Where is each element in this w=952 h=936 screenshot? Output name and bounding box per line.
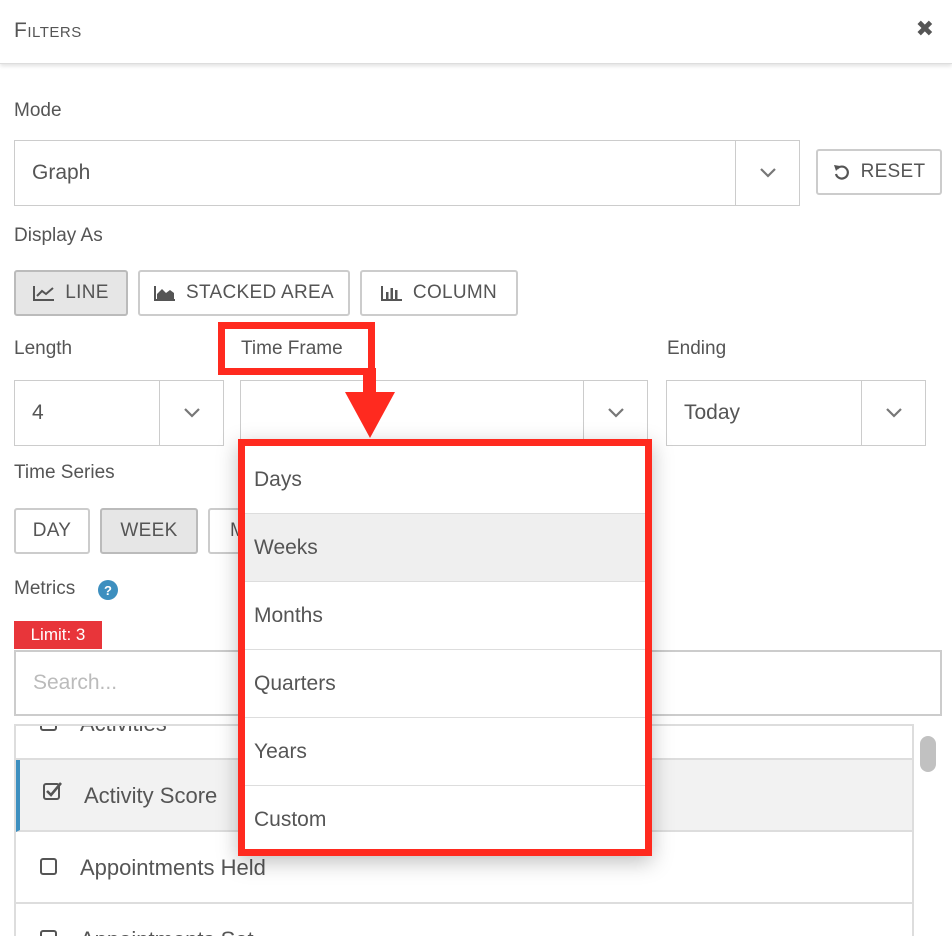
time-series-week-label: WEEK — [120, 520, 178, 541]
ending-label: Ending — [667, 338, 727, 359]
annotation-arrow-icon — [345, 392, 395, 438]
filters-title: Filters — [14, 19, 82, 42]
filters-header: Filters ✖ — [0, 0, 952, 64]
checkbox-icon[interactable] — [40, 930, 57, 936]
checked-checkbox-icon[interactable] — [42, 780, 64, 807]
metric-label: Appointments Held — [80, 855, 266, 880]
time-series-week-button[interactable]: WEEK — [100, 508, 198, 554]
bar-chart-icon — [380, 286, 402, 301]
display-line-button[interactable]: LINE — [14, 270, 128, 316]
dropdown-item-quarters[interactable]: Quarters — [245, 650, 645, 718]
chevron-down-icon[interactable] — [583, 381, 647, 445]
checkbox-icon[interactable] — [40, 726, 57, 731]
help-icon[interactable]: ? — [98, 580, 118, 600]
time-series-label: Time Series — [14, 462, 115, 483]
time-frame-select[interactable] — [240, 380, 648, 446]
time-series-day-label: DAY — [32, 520, 72, 541]
metrics-label: Metrics — [14, 578, 76, 599]
reset-button[interactable]: RESET — [816, 149, 942, 195]
ending-value: Today — [684, 401, 741, 424]
time-frame-highlight-box — [218, 322, 375, 375]
line-chart-icon — [33, 286, 55, 301]
time-frame-dropdown: Days Weeks Months Quarters Years Custom — [238, 439, 652, 856]
reset-label: RESET — [860, 161, 926, 182]
display-stacked-area-button[interactable]: STACKED AREA — [138, 270, 350, 316]
display-column-button[interactable]: COLUMN — [360, 270, 518, 316]
scrollbar-thumb[interactable] — [920, 736, 936, 772]
length-select[interactable]: 4 — [14, 380, 224, 446]
length-label: Length — [14, 338, 73, 359]
ending-select[interactable]: Today — [666, 380, 926, 446]
dropdown-item-weeks[interactable]: Weeks — [245, 514, 645, 582]
area-chart-icon — [154, 286, 176, 301]
display-stacked-area-label: STACKED AREA — [186, 282, 334, 303]
chevron-down-icon[interactable] — [861, 381, 925, 445]
mode-value: Graph — [32, 161, 91, 184]
undo-icon — [833, 165, 849, 180]
checkbox-icon[interactable] — [40, 858, 57, 875]
display-line-label: LINE — [65, 282, 109, 303]
display-column-label: COLUMN — [412, 282, 498, 303]
dropdown-item-months[interactable]: Months — [245, 582, 645, 650]
list-item[interactable]: Appointments Set — [16, 904, 912, 936]
metric-label: Activity Score — [84, 783, 218, 808]
dropdown-item-days[interactable]: Days — [245, 446, 645, 514]
display-as-label: Display As — [14, 225, 103, 246]
chevron-down-icon[interactable] — [735, 141, 799, 205]
limit-badge: Limit: 3 — [14, 621, 102, 649]
dropdown-item-custom[interactable]: Custom — [245, 786, 645, 854]
dropdown-item-years[interactable]: Years — [245, 718, 645, 786]
time-series-day-button[interactable]: DAY — [14, 508, 90, 554]
metric-label: Appointments Set — [80, 927, 254, 936]
mode-select[interactable]: Graph — [14, 140, 800, 206]
annotation-arrow-shaft — [363, 368, 376, 394]
length-value: 4 — [32, 401, 44, 424]
metric-label: Activities — [80, 726, 167, 737]
chevron-down-icon[interactable] — [159, 381, 223, 445]
mode-label: Mode — [14, 100, 62, 121]
close-icon[interactable]: ✖ — [916, 18, 934, 40]
